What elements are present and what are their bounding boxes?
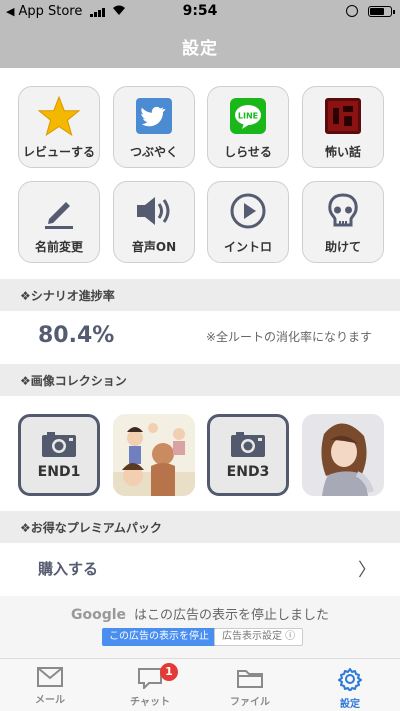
nav-bar: 設定 (0, 24, 400, 68)
pen-icon (37, 189, 81, 233)
gallery-item-illustration-beach[interactable] (113, 414, 195, 496)
star-icon (37, 94, 81, 138)
google-logo: Google (70, 607, 127, 623)
ad-settings-button[interactable]: 広告表示設定 ⓘ (214, 628, 304, 646)
mail-icon (37, 667, 63, 687)
stop-ad-button[interactable]: この広告の表示を停止 (102, 628, 216, 646)
gallery-item-end1[interactable]: END1 (18, 414, 100, 496)
tab-settings[interactable]: 設定 (300, 659, 400, 711)
tweet-label: つぶやく (129, 145, 178, 159)
tab-files-label: ファイル (230, 697, 270, 708)
twitter-icon (132, 94, 176, 138)
gallery-section-header: ❖画像コレクション (0, 364, 400, 396)
line-icon-text: LINE (238, 112, 258, 121)
notify-button[interactable]: LINE しらせる (207, 86, 289, 168)
gallery-item-label: END3 (226, 464, 270, 480)
tab-bar: メール 1 チャット ファイル 設定 (0, 658, 400, 711)
play-icon (226, 189, 270, 233)
notify-label: しらせる (224, 145, 272, 159)
camera-icon (231, 432, 265, 457)
rotation-lock-icon (346, 5, 358, 17)
help-label: 助けて (324, 240, 361, 254)
help-button[interactable]: 助けて (302, 181, 384, 263)
horror-icon (321, 94, 365, 138)
premium-section-header: ❖お得なプレミアムパック (0, 511, 400, 543)
gallery-item-end3[interactable]: END3 (207, 414, 289, 496)
portrait-illustration (302, 414, 384, 496)
gear-icon (338, 668, 362, 691)
tweet-button[interactable]: つぶやく (113, 86, 195, 168)
tab-chat[interactable]: 1 チャット (100, 659, 200, 711)
sound-toggle-button[interactable]: 音声ON (113, 181, 195, 263)
action-grid: レビューする つぶやく LINE しらせる 怖い話 名前変更 音声ON イントロ… (0, 68, 400, 278)
review-label: レビューする (22, 145, 95, 159)
sound-label: 音声ON (131, 240, 177, 254)
rename-button[interactable]: 名前変更 (18, 181, 100, 263)
beach-illustration (113, 414, 195, 496)
intro-button[interactable]: イントロ (207, 181, 289, 263)
scary-story-label: 怖い話 (324, 145, 361, 159)
purchase-label: 購入する (38, 560, 99, 578)
image-collection: END1 END3 (0, 398, 400, 516)
page-title: 設定 (182, 38, 218, 59)
progress-note: ※全ルートの消化率になります (205, 330, 372, 344)
battery-icon (368, 5, 395, 17)
intro-label: イントロ (223, 240, 272, 254)
tab-chat-label: チャット (130, 697, 170, 708)
review-button[interactable]: レビューする (18, 86, 100, 168)
skull-icon (321, 189, 365, 233)
progress-row: 80.4% ※全ルートの消化率になります (0, 311, 400, 363)
tab-mail-label: メール (35, 695, 65, 706)
tab-files[interactable]: ファイル (200, 659, 300, 711)
status-time: 9:54 (182, 3, 218, 19)
tab-mail[interactable]: メール (0, 659, 100, 711)
chat-badge: 1 (160, 663, 178, 681)
purchase-row[interactable]: 購入する 〉 (0, 543, 400, 593)
folder-icon (237, 670, 263, 688)
gallery-item-label: END1 (37, 464, 81, 480)
ad-message-line: Google はこの広告の表示を停止しました (0, 604, 400, 623)
speaker-icon (132, 189, 176, 233)
scary-story-button[interactable]: 怖い話 (302, 86, 384, 168)
ad-message: はこの広告の表示を停止しました (134, 608, 330, 623)
progress-section-header: ❖シナリオ進捗率 (0, 279, 400, 311)
ad-banner: Google はこの広告の表示を停止しました この広告の表示を停止 広告表示設定 … (0, 596, 400, 658)
progress-value: 80.4% (38, 323, 115, 348)
chevron-right-icon: 〉 (358, 560, 376, 581)
status-bar: ◀ App Store 9:54 (0, 0, 400, 24)
line-icon: LINE (226, 94, 270, 138)
gallery-item-illustration-portrait[interactable] (302, 414, 384, 496)
tab-settings-label: 設定 (340, 699, 360, 710)
rename-label: 名前変更 (34, 240, 83, 254)
camera-icon (42, 432, 76, 457)
